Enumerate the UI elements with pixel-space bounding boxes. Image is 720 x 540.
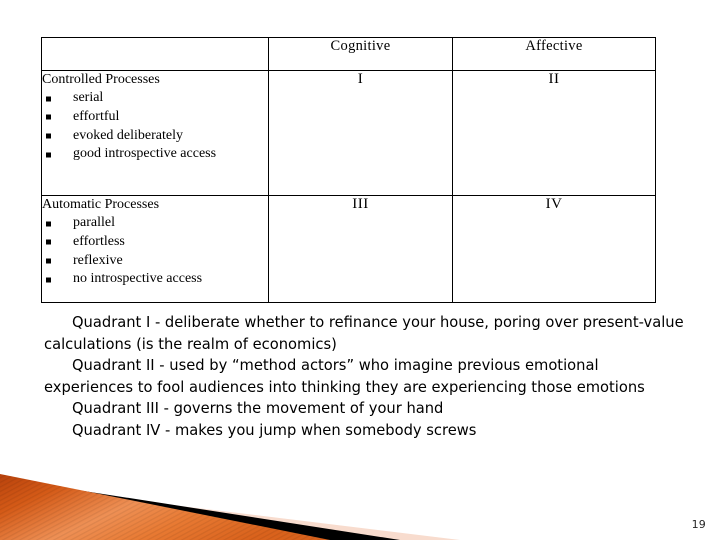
- cell-controlled-processes: Controlled Processes serial effortful ev…: [41, 70, 269, 196]
- list-item-label: serial: [73, 90, 104, 106]
- bullet-list-controlled: serial effortful evoked deliberately goo…: [42, 89, 268, 163]
- square-bullet-icon: [46, 114, 51, 120]
- table-row: Automatic Processes parallel effortless …: [41, 195, 656, 303]
- category-title: Automatic Processes: [42, 197, 160, 212]
- list-item: effortful: [42, 108, 268, 127]
- list-item-label: no introspective access: [73, 271, 203, 287]
- header-cell-blank: [41, 37, 269, 71]
- corner-decoration-graphic: [0, 432, 460, 540]
- list-item-label: evoked deliberately: [73, 127, 184, 143]
- list-item-label: parallel: [73, 215, 115, 231]
- header-cell-affective: Affective: [452, 37, 656, 71]
- peach-band-shape: [0, 484, 460, 540]
- category-title: Controlled Processes: [42, 72, 160, 87]
- list-item: effortless: [42, 233, 268, 252]
- table-header-row: Cognitive Affective: [41, 37, 656, 71]
- paragraph-quadrant-i: Quadrant I - deliberate whether to refin…: [44, 314, 684, 353]
- square-bullet-icon: [46, 239, 51, 245]
- quadrant-label-iii: III: [268, 195, 453, 303]
- corner-wedge-svg: [0, 474, 460, 540]
- square-bullet-icon: [46, 277, 51, 283]
- quadrant-label-i: I: [268, 70, 453, 196]
- body-text-block: Quadrant I - deliberate whether to refin…: [44, 312, 684, 442]
- square-bullet-icon: [46, 152, 51, 158]
- quadrant-table: Cognitive Affective Controlled Processes…: [41, 37, 656, 303]
- square-bullet-icon: [46, 133, 51, 139]
- page-number: 19: [691, 518, 706, 531]
- square-bullet-icon: [46, 221, 51, 227]
- orange-wedge-shape: [0, 474, 330, 540]
- cell-automatic-processes: Automatic Processes parallel effortless …: [41, 195, 269, 303]
- paragraph-quadrant-iii: Quadrant III - governs the movement of y…: [72, 400, 444, 418]
- list-item-label: reflexive: [73, 252, 123, 268]
- paragraph-quadrant-ii: Quadrant II - used by “method actors” wh…: [44, 357, 645, 396]
- paragraph-quadrant-iv: Quadrant IV - makes you jump when somebo…: [72, 422, 477, 440]
- slide-canvas: Cognitive Affective Controlled Processes…: [0, 0, 720, 540]
- black-stripe-shape: [0, 478, 400, 540]
- orange-wedge-texture: [0, 474, 330, 540]
- list-item-label: effortless: [73, 234, 125, 250]
- quadrant-label-iv: IV: [452, 195, 656, 303]
- list-item: evoked deliberately: [42, 127, 268, 146]
- table-row: Controlled Processes serial effortful ev…: [41, 70, 656, 196]
- bullet-list-automatic: parallel effortless reflexive no introsp…: [42, 214, 268, 288]
- list-item: serial: [42, 89, 268, 108]
- list-item: parallel: [42, 214, 268, 233]
- list-item-label: good introspective access: [73, 146, 217, 162]
- list-item: no introspective access: [42, 270, 268, 289]
- square-bullet-icon: [46, 258, 51, 264]
- list-item-label: effortful: [73, 109, 120, 125]
- list-item: good introspective access: [42, 145, 268, 164]
- list-item: reflexive: [42, 252, 268, 271]
- header-cell-cognitive: Cognitive: [268, 37, 453, 71]
- square-bullet-icon: [46, 96, 51, 102]
- quadrant-label-ii: II: [452, 70, 656, 196]
